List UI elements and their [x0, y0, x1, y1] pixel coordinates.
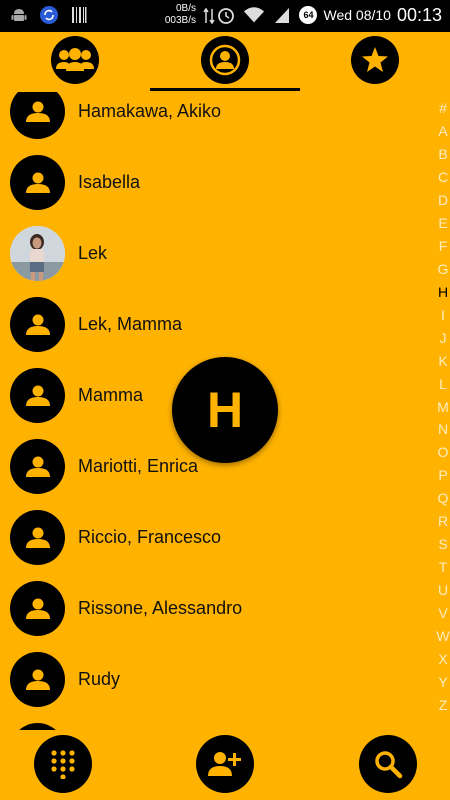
list-item[interactable] [0, 715, 420, 730]
index-letter[interactable]: H [432, 284, 450, 300]
alarm-icon [215, 4, 237, 26]
signal-icon [271, 4, 293, 26]
list-item[interactable]: Lek [0, 218, 420, 289]
contact-name: Hamakawa, Akiko [78, 101, 222, 121]
avatar [10, 723, 65, 730]
search-icon [375, 751, 403, 779]
contact-name: Riccio, Francesco [78, 527, 222, 547]
index-letter[interactable]: E [432, 215, 450, 231]
contact-name: Lek, Mamma [78, 314, 183, 334]
scroll-letter-indicator: H [172, 357, 278, 463]
avatar [10, 652, 65, 707]
avatar [10, 155, 65, 210]
status-bar: 0B/s 003B/s 64 Wed 08/10 00:13 [0, 0, 450, 32]
dialpad-button[interactable] [34, 735, 92, 793]
index-letter[interactable]: D [432, 192, 450, 208]
avatar [10, 92, 65, 139]
index-letter[interactable]: V [432, 605, 450, 621]
avatar [10, 439, 65, 494]
avatar [10, 581, 65, 636]
list-item[interactable]: Isabella [0, 147, 420, 218]
add-contact-button[interactable] [196, 735, 254, 793]
index-letter[interactable]: P [432, 467, 450, 483]
index-letter[interactable]: J [432, 330, 450, 346]
person-icon [25, 669, 50, 690]
contact-name: Rissone, Alessandro [78, 598, 243, 618]
person-icon [25, 456, 50, 477]
index-letter[interactable]: R [432, 513, 450, 529]
tab-groups[interactable] [51, 36, 99, 84]
star-icon [362, 47, 388, 72]
index-letter[interactable]: L [432, 376, 450, 392]
data-rate: 0B/s 003B/s [160, 3, 196, 27]
tab-contacts[interactable] [201, 36, 249, 84]
status-time: 00:13 [396, 4, 442, 25]
avatar [10, 297, 65, 352]
person-icon [25, 598, 50, 619]
rate-up: 0B/s [175, 3, 196, 14]
rate-down: 003B/s [164, 15, 196, 26]
dialpad-icon [51, 750, 75, 779]
selected-tab-indicator [150, 88, 300, 91]
status-date: Wed 08/10 [323, 7, 391, 23]
index-letter[interactable]: S [432, 536, 450, 552]
index-letter[interactable]: # [432, 100, 450, 116]
person-icon [25, 385, 50, 406]
index-letter[interactable]: I [432, 307, 450, 323]
index-letter[interactable]: M [432, 399, 450, 415]
alphabet-index[interactable]: # A B C D E F G H I J K L M N O P Q R S T U V W X Y Z [432, 100, 450, 720]
index-letter[interactable]: G [432, 261, 450, 277]
tab-bar [0, 32, 450, 92]
index-letter[interactable]: Z [432, 697, 450, 713]
barcode-icon [68, 4, 90, 26]
person-icon [25, 101, 50, 122]
contact-name: Mamma [78, 385, 144, 405]
notification-icons [8, 4, 90, 26]
battery-level-badge: 64 [299, 6, 318, 24]
list-item[interactable]: Hamakawa, Akiko [0, 92, 420, 147]
contact-name: Lek [78, 243, 108, 263]
person-icon [209, 44, 241, 76]
index-letter[interactable]: A [432, 123, 450, 139]
contact-name: Mariotti, Enrica [78, 456, 199, 476]
avatar [10, 510, 65, 565]
person-icon [25, 314, 50, 335]
index-letter[interactable]: U [432, 582, 450, 598]
list-item[interactable]: Riccio, Francesco [0, 502, 420, 573]
groups-icon [56, 48, 94, 71]
person-icon [25, 172, 50, 193]
index-letter[interactable]: B [432, 146, 450, 162]
status-right: 64 Wed 08/10 00:13 [215, 4, 442, 26]
sync-icon [38, 4, 60, 26]
bottom-action-bar [0, 730, 450, 800]
tab-favorites[interactable] [351, 36, 399, 84]
contact-name: Rudy [78, 669, 121, 689]
index-letter[interactable]: F [432, 238, 450, 254]
add-person-icon [208, 752, 241, 776]
person-icon [25, 527, 50, 548]
contact-name: Isabella [78, 172, 141, 192]
list-item[interactable]: Lek, Mamma [0, 289, 420, 360]
index-letter[interactable]: N [432, 421, 450, 437]
index-letter[interactable]: X [432, 651, 450, 667]
index-letter[interactable]: C [432, 169, 450, 185]
list-item[interactable]: Rissone, Alessandro [0, 573, 420, 644]
index-letter[interactable]: Q [432, 490, 450, 506]
index-letter[interactable]: T [432, 559, 450, 575]
search-button[interactable] [359, 735, 417, 793]
index-letter[interactable]: Y [432, 674, 450, 690]
index-letter[interactable]: K [432, 353, 450, 369]
android-debug-icon [8, 4, 30, 26]
avatar-photo [10, 226, 65, 281]
avatar [10, 368, 65, 423]
index-letter[interactable]: O [432, 444, 450, 460]
contact-photo [10, 226, 65, 281]
list-item[interactable]: Rudy [0, 644, 420, 715]
wifi-icon [243, 4, 265, 26]
index-letter[interactable]: W [432, 628, 450, 644]
